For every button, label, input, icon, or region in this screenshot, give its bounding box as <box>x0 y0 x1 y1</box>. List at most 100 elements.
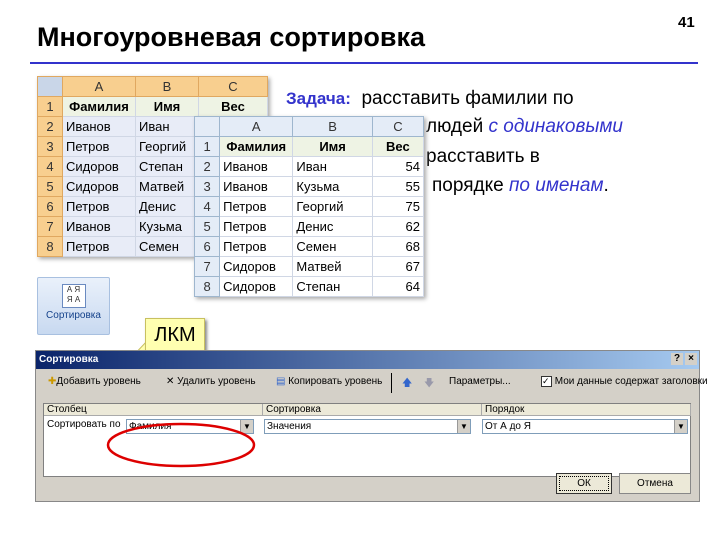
cell[interactable]: Петров <box>62 236 136 257</box>
row-header[interactable]: 8 <box>37 236 63 257</box>
help-button[interactable]: ? <box>671 353 683 365</box>
select-all-corner[interactable] <box>37 76 63 97</box>
task-text: расставить фамилии по <box>361 88 574 109</box>
column-header[interactable]: B <box>135 76 199 97</box>
row-header[interactable]: 7 <box>37 216 63 237</box>
col-header-sort-on: Сортировка <box>263 404 482 416</box>
task-emphasis: с одинаковыми <box>488 116 623 137</box>
cell[interactable]: 62 <box>371 216 425 237</box>
cell[interactable]: 68 <box>371 236 425 257</box>
row-header[interactable]: 6 <box>193 236 221 257</box>
row-header[interactable]: 2 <box>37 116 63 137</box>
cell[interactable]: Сидоров <box>62 156 136 177</box>
task-line-2: людей с одинаковыми <box>426 116 623 138</box>
cell[interactable]: Сидоров <box>62 176 136 197</box>
header-cell[interactable]: Имя <box>135 96 199 117</box>
select-all-corner[interactable] <box>193 116 221 137</box>
add-level-button[interactable]: ✚Добавить уровень <box>48 376 141 387</box>
cancel-button[interactable]: Отмена <box>619 473 691 494</box>
chevron-down-icon: ▼ <box>457 420 470 433</box>
row-header[interactable]: 4 <box>37 156 63 177</box>
cell[interactable]: Сидоров <box>219 256 294 277</box>
column-header[interactable]: A <box>62 76 136 97</box>
cell[interactable]: Матвей <box>135 176 199 197</box>
cell[interactable]: Георгий <box>135 136 199 157</box>
cell[interactable]: Иванов <box>219 156 294 177</box>
row-header[interactable]: 2 <box>193 156 221 177</box>
ok-button[interactable]: ОК <box>556 473 612 494</box>
cell[interactable]: Петров <box>219 236 294 257</box>
cell[interactable]: Матвей <box>292 256 373 277</box>
cell[interactable]: Георгий <box>292 196 373 217</box>
row-header[interactable]: 3 <box>193 176 221 197</box>
cell[interactable]: Иванов <box>219 176 294 197</box>
table-row: 5 Петров Денис 62 <box>193 216 425 237</box>
sort-button-label: Сортировка <box>46 310 101 321</box>
move-up-icon[interactable]: 🡅 <box>402 376 412 393</box>
row-header[interactable]: 4 <box>193 196 221 217</box>
cell[interactable]: 55 <box>371 176 425 197</box>
cell[interactable]: Степан <box>292 276 373 297</box>
add-level-label: Добавить уровень <box>56 376 141 387</box>
sort-on-select[interactable]: Значения ▼ <box>264 419 471 434</box>
cell[interactable]: Денис <box>292 216 373 237</box>
row-header[interactable]: 3 <box>37 136 63 157</box>
row-header[interactable]: 8 <box>193 276 221 297</box>
cell[interactable]: Сидоров <box>219 276 294 297</box>
cell[interactable]: Петров <box>62 136 136 157</box>
dialog-titlebar: Сортировка ? × <box>36 351 699 369</box>
header-cell[interactable]: Фамилия <box>219 136 294 157</box>
order-value: От А до Я <box>485 421 531 432</box>
cell[interactable]: Иван <box>292 156 373 177</box>
header-cell[interactable]: Имя <box>292 136 373 157</box>
header-cell[interactable]: Вес <box>371 136 425 157</box>
cell[interactable]: Петров <box>219 196 294 217</box>
cell[interactable]: Петров <box>219 216 294 237</box>
cell[interactable]: Иванов <box>62 116 136 137</box>
row-header[interactable]: 1 <box>37 96 63 117</box>
column-header[interactable]: B <box>292 116 373 137</box>
column-header[interactable]: A <box>219 116 294 137</box>
cell[interactable]: 75 <box>371 196 425 217</box>
table-row: 7 Сидоров Матвей 67 <box>193 256 425 277</box>
delete-level-button[interactable]: ✕ Удалить уровень <box>166 376 256 387</box>
sort-az-icon: А ЯЯ А <box>61 284 86 308</box>
slide-title: Многоуровневая сортировка <box>37 22 425 52</box>
cell[interactable]: Кузьма <box>292 176 373 197</box>
column-header[interactable]: C <box>371 116 425 137</box>
cell[interactable]: Петров <box>62 196 136 217</box>
move-down-icon[interactable]: 🡇 <box>424 376 434 393</box>
table-row: 6 Петров Семен 68 <box>193 236 425 257</box>
task-emphasis: по именам <box>508 175 604 196</box>
sort-on-value: Значения <box>267 421 312 432</box>
sort-button[interactable]: А ЯЯ А Сортировка <box>37 277 110 335</box>
order-select[interactable]: От А до Я ▼ <box>482 419 688 434</box>
cell[interactable]: 67 <box>371 256 425 277</box>
cell[interactable]: Семен <box>292 236 373 257</box>
row-header[interactable]: 5 <box>193 216 221 237</box>
options-button[interactable]: Параметры... <box>449 376 511 387</box>
cell[interactable]: Денис <box>135 196 199 217</box>
col-header-column: Столбец <box>44 404 263 416</box>
cell[interactable]: Степан <box>135 156 199 177</box>
row-header[interactable]: 5 <box>37 176 63 197</box>
header-cell[interactable]: Фамилия <box>62 96 136 117</box>
header-cell[interactable]: Вес <box>198 96 268 117</box>
cell[interactable]: 54 <box>371 156 425 177</box>
headers-checkbox[interactable]: ✓ Мои данные содержат заголовки <box>541 376 708 387</box>
cell[interactable]: 64 <box>371 276 425 297</box>
copy-level-button[interactable]: ▤ Копировать уровень <box>276 376 382 387</box>
cell[interactable]: Семен <box>135 236 199 257</box>
row-header[interactable]: 6 <box>37 196 63 217</box>
cell[interactable]: Иванов <box>62 216 136 237</box>
task-line-3: расставить в <box>426 146 540 167</box>
cell[interactable]: Кузьма <box>135 216 199 237</box>
close-button[interactable]: × <box>685 353 697 365</box>
task-text: . <box>603 175 609 196</box>
title-divider <box>30 62 698 64</box>
delete-level-label: Удалить уровень <box>177 376 256 387</box>
row-header[interactable]: 1 <box>193 136 221 157</box>
row-header[interactable]: 7 <box>193 256 221 277</box>
column-header[interactable]: C <box>198 76 268 97</box>
cell[interactable]: Иван <box>135 116 199 137</box>
